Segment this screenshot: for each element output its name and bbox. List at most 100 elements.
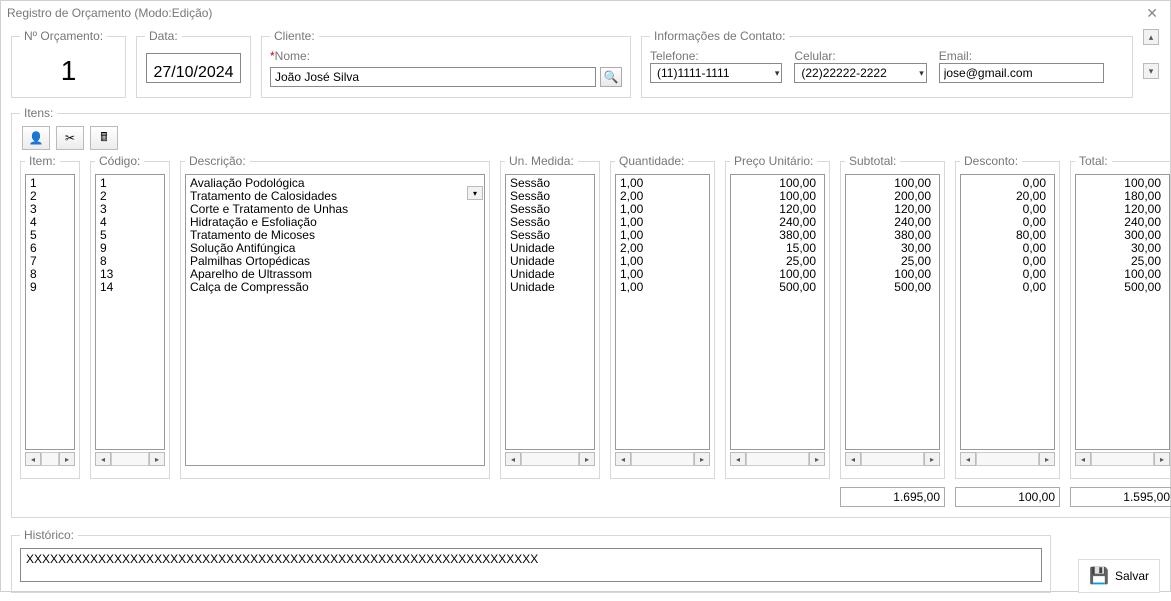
scroll-track[interactable] <box>861 452 924 466</box>
scroll-right-button[interactable]: ▸ <box>809 452 825 466</box>
telefone-value: (11)1111-1111 <box>657 66 730 80</box>
col-pu: Preço Unitário: 100,00100,00120,00240,00… <box>725 154 830 479</box>
chevron-down-icon: ▾ <box>919 68 924 79</box>
scroll-right-button[interactable]: ▸ <box>924 452 940 466</box>
subtotal-total: 1.695,00 <box>840 487 945 507</box>
desconto-total: 100,00 <box>955 487 1060 507</box>
itens-legend: Itens: <box>20 106 57 120</box>
table-row[interactable]: 1 <box>100 177 160 190</box>
scroll-track[interactable] <box>521 452 579 466</box>
cliente-search-button[interactable]: 🔍 <box>600 67 622 87</box>
table-row[interactable]: Unidade <box>510 281 590 294</box>
col-sub-header: Subtotal: <box>845 154 900 168</box>
scroll-track[interactable] <box>976 452 1039 466</box>
table-row[interactable]: 9 <box>100 242 160 255</box>
save-panel: 💾 Salvar <box>1078 559 1160 593</box>
list-item[interactable]: 123456789 <box>25 174 75 450</box>
list-total[interactable]: 100,00180,00120,00240,00300,0030,0025,00… <box>1075 174 1170 450</box>
table-row[interactable]: 5 <box>100 229 160 242</box>
scroll-left-button[interactable]: ◂ <box>615 452 631 466</box>
table-row[interactable]: Calça de Compressão <box>190 281 480 294</box>
celular-value: (22)22222-2222 <box>801 66 886 80</box>
list-desconto[interactable]: 0,0020,000,000,0080,000,000,000,000,00 <box>960 174 1055 450</box>
scroll-right-button[interactable]: ▸ <box>1154 452 1170 466</box>
col-un: Un. Medida: SessãoSessãoSessãoSessãoSess… <box>500 154 600 479</box>
desc-collapse-button[interactable]: ▾ <box>467 186 483 200</box>
col-codigo: Código: 12345981314 ◂▸ <box>90 154 170 479</box>
scroll-track[interactable] <box>746 452 809 466</box>
cliente-legend: Cliente: <box>270 29 319 43</box>
add-user-icon: 👤 <box>29 131 44 145</box>
col-descricao: Descrição: ▾ Avaliação PodológicaTratame… <box>180 154 490 479</box>
chevron-down-icon: ▾ <box>775 68 780 79</box>
list-codigo[interactable]: 12345981314 <box>95 174 165 450</box>
table-row[interactable]: 500,00 <box>1080 281 1165 294</box>
historico-input[interactable]: XXXXXXXXXXXXXXXXXXXXXXXXXXXXXXXXXXXXXXXX… <box>20 548 1042 582</box>
scroll-left-button[interactable]: ◂ <box>25 452 41 466</box>
add-item-button[interactable]: 👤 <box>22 126 50 150</box>
scroll-right-button[interactable]: ▸ <box>149 452 165 466</box>
list-pu[interactable]: 100,00100,00120,00240,00380,0015,0025,00… <box>730 174 825 450</box>
col-total-header: Total: <box>1075 154 1112 168</box>
col-qtd-header: Quantidade: <box>615 154 688 168</box>
close-icon[interactable]: ✕ <box>1140 3 1164 24</box>
historico-label: Histórico: <box>20 528 78 542</box>
itens-group: Itens: 👤 ✂ 🖩 Item: 123456789 ◂▸ Código: … <box>11 106 1171 518</box>
scroll-right-button[interactable]: ▸ <box>1039 452 1055 466</box>
table-row[interactable]: 1,00 <box>620 281 705 294</box>
email-input[interactable] <box>939 63 1104 83</box>
col-codigo-header: Código: <box>95 154 144 168</box>
scroll-right-button[interactable]: ▸ <box>59 452 75 466</box>
email-label: Email: <box>939 49 1124 63</box>
scroll-right-button[interactable]: ▸ <box>579 452 595 466</box>
scroll-left-button[interactable]: ◂ <box>505 452 521 466</box>
col-total: Total: 100,00180,00120,00240,00300,0030,… <box>1070 154 1171 479</box>
top-scrollbar: ▴ ▾ <box>1143 29 1159 98</box>
col-un-header: Un. Medida: <box>505 154 578 168</box>
telefone-label: Telefone: <box>650 49 782 63</box>
contato-group: Informações de Contato: Telefone: (11)11… <box>641 29 1133 98</box>
scroll-up-button[interactable]: ▴ <box>1143 29 1159 45</box>
search-icon: 🔍 <box>604 70 619 84</box>
col-qtd: Quantidade: 1,002,001,001,001,002,001,00… <box>610 154 715 479</box>
table-row[interactable]: 14 <box>100 281 160 294</box>
table-row[interactable]: 500,00 <box>735 281 820 294</box>
cliente-nome-input[interactable] <box>270 67 596 87</box>
disk-icon: 💾 <box>1089 566 1109 586</box>
list-descricao[interactable]: Avaliação PodológicaTratamento de Calosi… <box>185 174 485 466</box>
telefone-combo[interactable]: (11)1111-1111 ▾ <box>650 63 782 83</box>
num-orcamento-value: 1 <box>20 49 117 87</box>
celular-combo[interactable]: (22)22222-2222 ▾ <box>794 63 926 83</box>
table-row[interactable]: 0,00 <box>965 281 1050 294</box>
table-row[interactable]: 500,00 <box>850 281 935 294</box>
scroll-left-button[interactable]: ◂ <box>1075 452 1091 466</box>
edit-item-button[interactable]: ✂ <box>56 126 84 150</box>
scroll-track[interactable] <box>631 452 694 466</box>
scroll-left-button[interactable]: ◂ <box>960 452 976 466</box>
scroll-track[interactable] <box>1091 452 1154 466</box>
list-qtd[interactable]: 1,002,001,001,001,002,001,001,001,00 <box>615 174 710 450</box>
save-button[interactable]: Salvar <box>1115 569 1149 583</box>
scroll-left-button[interactable]: ◂ <box>95 452 111 466</box>
col-descricao-header: Descrição: <box>185 154 250 168</box>
tools-icon: ✂ <box>65 131 75 145</box>
scroll-track[interactable] <box>41 452 59 466</box>
table-row[interactable]: 3 <box>100 203 160 216</box>
table-row[interactable]: 9 <box>30 281 70 294</box>
window-title: Registro de Orçamento (Modo:Edição) <box>7 6 212 20</box>
table-row[interactable]: 4 <box>100 216 160 229</box>
nome-label: Nome: <box>275 49 310 63</box>
table-row[interactable]: 2 <box>100 190 160 203</box>
scroll-left-button[interactable]: ◂ <box>845 452 861 466</box>
col-item-header: Item: <box>25 154 60 168</box>
scroll-down-button[interactable]: ▾ <box>1143 63 1159 79</box>
scroll-left-button[interactable]: ◂ <box>730 452 746 466</box>
list-un[interactable]: SessãoSessãoSessãoSessãoSessãoUnidadeUni… <box>505 174 595 450</box>
scroll-track[interactable] <box>111 452 149 466</box>
num-orcamento-label: Nº Orçamento: <box>20 29 107 43</box>
list-sub[interactable]: 100,00200,00120,00240,00380,0030,0025,00… <box>845 174 940 450</box>
calc-button[interactable]: 🖩 <box>90 126 118 150</box>
cliente-group: Cliente: *Nome: 🔍 <box>261 29 631 98</box>
titlebar: Registro de Orçamento (Modo:Edição) ✕ <box>1 1 1170 25</box>
scroll-right-button[interactable]: ▸ <box>694 452 710 466</box>
